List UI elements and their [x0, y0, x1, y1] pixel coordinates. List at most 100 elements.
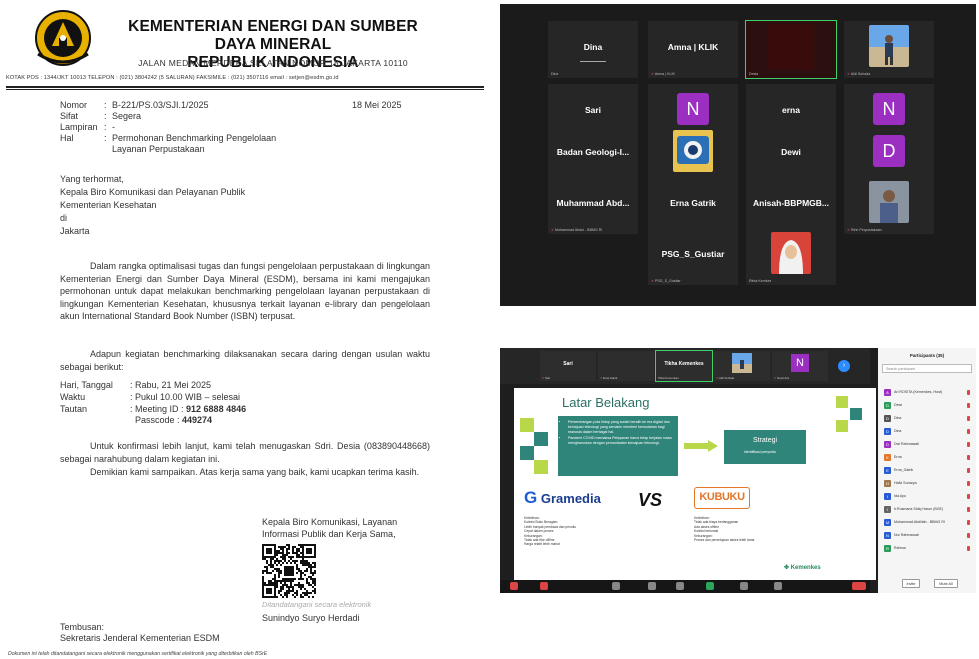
detail-text: : Pukul 10.00 WIB – selesai: [130, 391, 241, 402]
tile-divider: [580, 61, 606, 62]
participant-row[interactable]: E Erna_Gatrik: [882, 466, 972, 475]
participant-row[interactable]: M Muhammad Abdillah - BBMG RI: [882, 518, 972, 527]
participant-row[interactable]: I Ida Ayu: [882, 492, 972, 501]
mic-muted-icon: [967, 455, 970, 460]
avatar: H: [884, 480, 891, 487]
video-tile[interactable]: Dewi Dewi: [746, 126, 836, 183]
meeting-id: 912 6888 4846: [186, 403, 247, 414]
qr-code-icon: [262, 544, 316, 598]
kemenkes-wordmark: Kemenkes: [790, 565, 821, 571]
participant-name: Sari: [563, 361, 573, 367]
participant-name: Dina: [894, 416, 902, 420]
letterhead-divider: [6, 86, 484, 88]
mic-icon[interactable]: [510, 582, 518, 590]
video-icon[interactable]: [540, 582, 548, 590]
participant-label: Tikha Kemenkes: [658, 376, 679, 380]
participant-label: ✕ Erna Gatrik: [600, 376, 617, 380]
participant-row[interactable]: D Dewi: [882, 401, 972, 410]
mic-muted-icon: [967, 429, 970, 434]
mic-muted-icon: ✕: [651, 279, 655, 283]
video-tile[interactable]: Dina Dina: [548, 21, 638, 78]
detail-row: Tautan: Meeting ID : 912 6888 4846: [60, 404, 380, 416]
strip-tile[interactable]: ✕ Erna Gatrik: [598, 351, 654, 381]
video-tile[interactable]: ✕ Perpustakaan Pusat: [648, 126, 738, 183]
detail-key: Tautan: [60, 403, 88, 414]
strip-tile[interactable]: ✕ Aldi Suhada: [714, 351, 770, 381]
gramedia-wordmark: Gramedia: [540, 491, 601, 506]
mic-muted-icon: [967, 403, 970, 408]
video-tile[interactable]: Muhammad Abd... ✕ Muhammad Abdul - BBMG …: [548, 177, 638, 234]
mic-muted-icon: [967, 507, 970, 512]
detail-row: Hari, Tanggal: Rabu, 21 Mei 2025: [60, 380, 380, 392]
participant-row[interactable]: N Nur Rahmawati: [882, 531, 972, 540]
meta-value: -: [112, 122, 115, 132]
decorative-pattern-icon: [836, 396, 862, 432]
video-tile[interactable]: Badan Geologi-I... ✕ Badan Geologi-Perpu…: [548, 126, 638, 183]
mic-muted-icon: ✕: [651, 72, 655, 76]
react-icon[interactable]: [676, 582, 684, 590]
video-tile[interactable]: PSG_S_Gustiar ✕ PSG_S_Gustiar: [648, 228, 738, 285]
mute-all-button[interactable]: Mute All: [934, 579, 958, 588]
participant-name: erna: [782, 105, 800, 115]
meta-colon: :: [104, 100, 107, 110]
meta-row: Sifat: Segera: [60, 111, 332, 122]
strip-tile[interactable]: Sari ✕ Sari: [540, 351, 596, 381]
video-tile[interactable]: D ✕ Desia Kemkes: [844, 126, 934, 183]
avatar: M: [884, 519, 891, 526]
participant-row[interactable]: E Erna: [882, 453, 972, 462]
participant-label: ✕ Muhammad Abdul - BBMG RI: [551, 228, 602, 232]
participant-row[interactable]: I Ir.Rusmana Sidiq Harun (BGE): [882, 505, 972, 514]
more-icon[interactable]: [774, 582, 782, 590]
participant-name: Rahma: [894, 546, 906, 550]
next-page-icon[interactable]: ›: [838, 360, 850, 372]
strip-tile[interactable]: N ✕ Nurul Aini: [772, 351, 828, 381]
decorative-pattern-icon: [520, 418, 548, 474]
video-tile[interactable]: Anisah-BBPMGB... ✕ Anisah-BBPMGB LEMIGAS: [746, 177, 836, 234]
meta-value: Permohonan Benchmarking Pengelolaan: [112, 133, 277, 143]
video-tile[interactable]: Rinta Kemkes: [746, 228, 836, 285]
avatar: E: [884, 467, 891, 474]
mic-muted-icon: [967, 390, 970, 395]
participant-photo-icon: [673, 130, 713, 172]
video-tile[interactable]: ✕ Aldi Suhada: [844, 21, 934, 78]
avatar: I: [884, 506, 891, 513]
signatory-title-line: Kepala Biro Komunikasi, Layanan: [262, 517, 398, 527]
participant-name: Dewi: [781, 147, 801, 157]
participant-name: Tikha Kemenkes: [664, 361, 704, 367]
participant-row[interactable]: R Rahma: [882, 544, 972, 553]
detail-row: Passcode : 449274: [60, 415, 380, 427]
participant-row[interactable]: H Hafiz Sunarya: [882, 479, 972, 488]
strip-tile-active[interactable]: Tikha Kemenkes Tikha Kemenkes: [655, 350, 713, 382]
invite-button[interactable]: Invite: [902, 579, 920, 588]
video-tile[interactable]: ✕ Ririn Perpustakaan: [844, 177, 934, 234]
participants-icon[interactable]: [612, 582, 620, 590]
video-tile[interactable]: Erna Gatrik ✕ Erna Gatrik: [648, 177, 738, 234]
participant-photo-icon: [869, 25, 909, 67]
participant-search-input[interactable]: Search participant: [882, 364, 972, 373]
addressee-line: Kementerian Kesehatan: [60, 200, 157, 210]
avatar: N: [884, 532, 891, 539]
participant-row[interactable]: D Dina: [882, 414, 972, 423]
video-tile-active[interactable]: Desia: [745, 20, 837, 79]
apps-icon[interactable]: [740, 582, 748, 590]
participant-label: Desia: [749, 72, 759, 76]
participant-name: Dina: [583, 42, 603, 52]
meta-key: Sifat: [60, 111, 79, 121]
participant-label: ✕ Aldi Suhada: [847, 72, 870, 76]
participant-row[interactable]: D Dina: [882, 427, 972, 436]
participant-row[interactable]: A Ari ROSITA (Kemenkes, Host): [882, 388, 972, 397]
letterhead-contacts: KOTAK POS : 1344/JKT 10013 TELEPON : (02…: [6, 75, 339, 81]
chat-icon[interactable]: [648, 582, 656, 590]
detail-row: Waktu: Pukul 10.00 WIB – selesai: [60, 392, 380, 404]
detail-text: : Rabu, 21 Mei 2025: [130, 380, 212, 390]
meta-key: Hal: [60, 133, 74, 143]
share-screen-icon[interactable]: [706, 582, 714, 590]
leave-button[interactable]: [852, 582, 866, 590]
versus-label: VS: [638, 490, 663, 510]
participant-label-text: Sari: [545, 376, 551, 380]
participant-row[interactable]: D Dwi Rahmawati: [882, 440, 972, 449]
meta-key: Lampiran: [60, 122, 98, 132]
video-tile[interactable]: Amna | KLIK ✕ Amna | KLIK: [648, 21, 738, 78]
participant-label-text: Amna | KLIK: [654, 72, 675, 76]
participant-label-text: Aldi Suhada: [850, 72, 871, 76]
